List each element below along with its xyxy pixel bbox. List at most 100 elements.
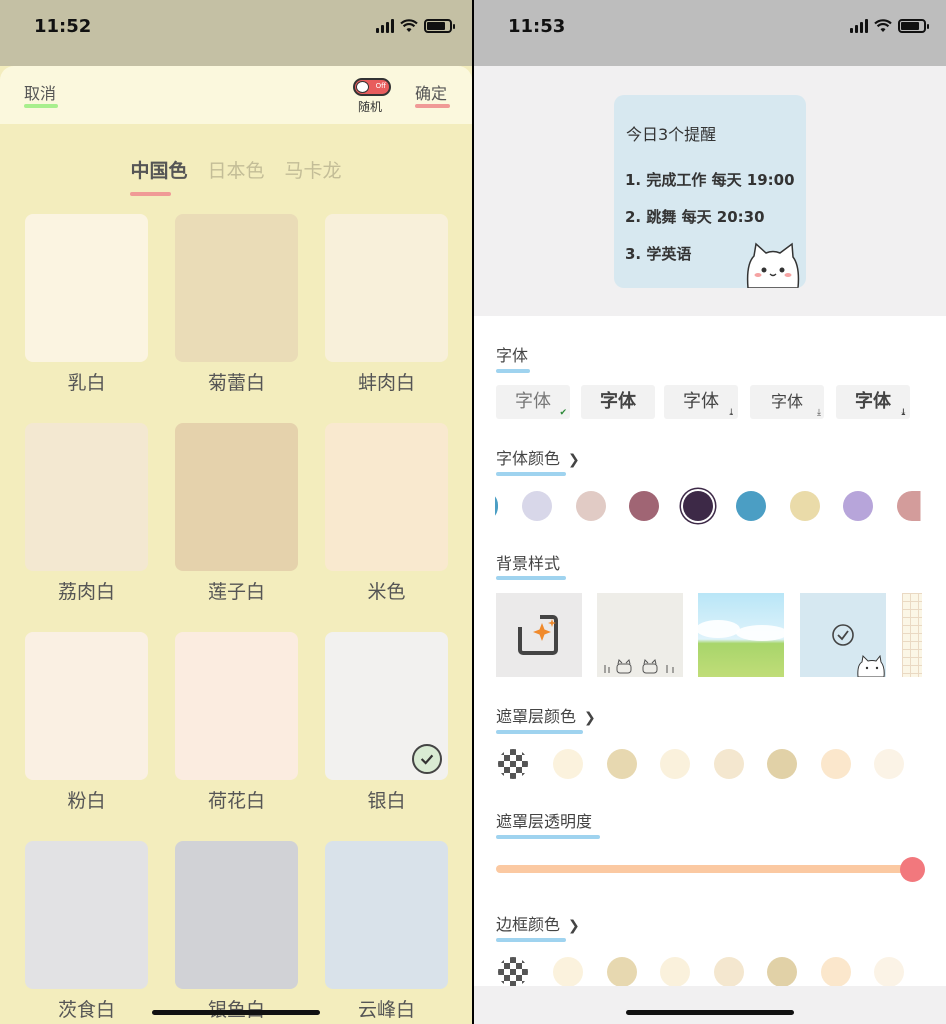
- border-color-swatch[interactable]: [713, 957, 744, 987]
- mask-color-swatch[interactable]: [874, 749, 904, 779]
- mask-color-swatch[interactable]: [606, 749, 637, 779]
- border-color-swatch[interactable]: [820, 957, 851, 987]
- bg-option-sky[interactable]: [696, 593, 788, 677]
- section-border-color-title[interactable]: 边框颜色 ❯: [496, 911, 580, 935]
- color-cell[interactable]: 银白: [325, 632, 448, 841]
- color-swatch[interactable]: [325, 214, 448, 362]
- opacity-slider-track[interactable]: [496, 865, 914, 873]
- cancel-underline: [24, 104, 58, 108]
- mask-color-swatch[interactable]: [660, 749, 690, 779]
- border-color-swatch[interactable]: [606, 957, 637, 987]
- font-option-3[interactable]: 字体 ⤓: [664, 385, 738, 419]
- color-swatch[interactable]: [25, 214, 148, 362]
- color-cell[interactable]: 米色: [325, 423, 448, 632]
- color-cell[interactable]: 荷花白: [175, 632, 298, 841]
- color-cell[interactable]: 云峰白: [325, 841, 448, 1024]
- section-mask-color-title[interactable]: 遮罩层颜色 ❯: [496, 703, 596, 727]
- section-border-color-label: 边框颜色: [496, 915, 561, 934]
- chevron-right-icon: ❯: [568, 918, 580, 934]
- color-name: 荷花白: [207, 790, 265, 812]
- border-color-swatch[interactable]: [767, 957, 797, 987]
- font-option-2[interactable]: 字体: [581, 385, 655, 419]
- random-toggle[interactable]: Off: [353, 78, 391, 96]
- font-option-1[interactable]: 字体 ✔: [496, 385, 570, 419]
- cancel-button[interactable]: 取消: [24, 80, 56, 104]
- tab-macaron-colors[interactable]: 马卡龙: [285, 156, 342, 183]
- chevron-right-icon: ❯: [568, 452, 580, 468]
- widget-title: 今日3个提醒: [626, 125, 717, 144]
- section-mask-color-label: 遮罩层颜色: [496, 707, 577, 726]
- reminder-widget-preview: 今日3个提醒 1. 完成工作 每天 19:00 2. 跳舞 每天 20:30 3…: [614, 95, 806, 288]
- mask-color-swatch[interactable]: [767, 749, 797, 779]
- status-time: 11:52: [34, 16, 92, 37]
- font-option-5[interactable]: 字体 ⤓: [836, 385, 910, 419]
- color-swatch[interactable]: [325, 632, 448, 780]
- color-swatch[interactable]: [325, 841, 448, 989]
- font-option-label: 字体: [515, 391, 551, 412]
- font-color-swatch[interactable]: [575, 491, 606, 521]
- color-cell[interactable]: 银鱼白: [175, 841, 298, 1024]
- font-option-4[interactable]: 字体 ⤓: [750, 385, 824, 419]
- status-time: 11:53: [508, 16, 566, 37]
- font-option-label: 字体: [855, 391, 891, 412]
- color-swatch[interactable]: [25, 423, 148, 571]
- mask-color-swatch[interactable]: [820, 749, 851, 779]
- color-cell[interactable]: 茨食白: [25, 841, 148, 1024]
- confirm-underline: [415, 104, 450, 108]
- color-name: 茨食白: [57, 999, 115, 1021]
- color-cell[interactable]: 粉白: [25, 632, 148, 841]
- transparent-swatch[interactable]: [498, 749, 528, 779]
- bg-option-cats[interactable]: [597, 593, 683, 677]
- color-name: 荔肉白: [57, 581, 115, 603]
- selected-check-icon: [412, 744, 442, 774]
- status-bar: 11:52: [0, 0, 472, 66]
- tab-chinese-colors[interactable]: 中国色: [130, 156, 187, 183]
- bg-option-custom[interactable]: [496, 593, 582, 677]
- confirm-button[interactable]: 确定: [415, 80, 447, 104]
- font-color-swatch[interactable]: [682, 491, 713, 521]
- color-cell[interactable]: 乳白: [25, 214, 148, 423]
- wifi-icon: [874, 19, 892, 32]
- font-color-swatch[interactable]: [736, 491, 766, 521]
- mask-color-swatch[interactable]: [713, 749, 744, 779]
- color-cell[interactable]: 莲子白: [175, 423, 298, 632]
- bg-option-blue[interactable]: [800, 593, 886, 678]
- color-swatch[interactable]: [175, 632, 298, 780]
- mask-color-swatch[interactable]: [553, 749, 583, 779]
- font-color-swatch[interactable]: [522, 491, 552, 521]
- color-swatch[interactable]: [325, 423, 448, 571]
- font-color-swatch[interactable]: [629, 491, 659, 521]
- color-name: 菊蕾白: [207, 372, 265, 394]
- font-color-swatch[interactable]: [495, 491, 498, 521]
- section-font-color-title[interactable]: 字体颜色 ❯: [496, 445, 580, 469]
- random-label: 随机: [358, 100, 383, 114]
- color-cell[interactable]: 荔肉白: [25, 423, 148, 632]
- checkerboard-icon: [498, 749, 528, 779]
- opacity-slider-thumb[interactable]: [900, 857, 925, 882]
- download-icon: ⤓: [899, 408, 907, 418]
- transparent-swatch[interactable]: [498, 957, 528, 987]
- color-name: 云峰白: [357, 999, 415, 1021]
- border-color-swatch[interactable]: [874, 957, 904, 987]
- toggle-state-label: Off: [375, 82, 386, 90]
- color-cell[interactable]: 蚌肉白: [325, 214, 448, 423]
- tab-japanese-colors[interactable]: 日本色: [207, 156, 264, 183]
- color-swatch[interactable]: [175, 423, 298, 571]
- download-icon: ⤓: [727, 408, 735, 418]
- color-swatch[interactable]: [175, 841, 298, 989]
- bottom-bar: [474, 986, 946, 1024]
- color-swatch[interactable]: [175, 214, 298, 362]
- font-color-swatch[interactable]: [896, 491, 921, 521]
- color-name: 银白: [367, 790, 406, 812]
- selected-check-icon: ✔: [559, 408, 567, 418]
- section-underline: [496, 369, 530, 373]
- border-color-swatch[interactable]: [553, 957, 583, 987]
- color-cell[interactable]: 菊蕾白: [175, 214, 298, 423]
- bg-option-grid[interactable]: [902, 593, 922, 677]
- font-color-swatch[interactable]: [843, 491, 873, 521]
- font-color-swatch[interactable]: [789, 491, 820, 521]
- color-swatch[interactable]: [25, 841, 148, 989]
- section-underline: [496, 938, 566, 942]
- color-swatch[interactable]: [25, 632, 148, 780]
- border-color-swatch[interactable]: [660, 957, 690, 987]
